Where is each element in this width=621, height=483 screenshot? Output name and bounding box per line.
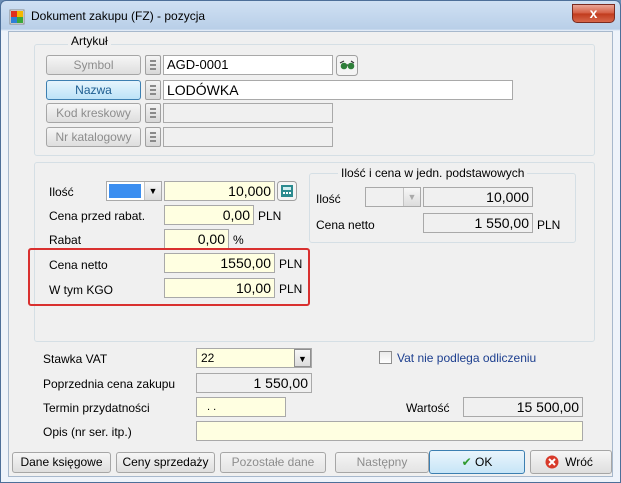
- termin-label: Termin przydatności: [43, 401, 150, 415]
- nr-katalogowy-field[interactable]: [163, 127, 333, 147]
- ilosc-label: Ilość: [49, 185, 74, 199]
- nastepny-button[interactable]: Następny: [335, 452, 429, 473]
- termin-field[interactable]: . .: [196, 397, 286, 417]
- symbol-field[interactable]: AGD-0001: [163, 55, 333, 75]
- wartosc-label: Wartość: [406, 401, 450, 415]
- base-cena-unit: PLN: [537, 218, 561, 232]
- cena-przed-field[interactable]: 0,00: [164, 205, 254, 225]
- stawka-chevron-down-icon[interactable]: ▼: [294, 349, 311, 367]
- vat-checkbox[interactable]: [379, 351, 392, 364]
- ilosc-field[interactable]: 10,000: [164, 181, 275, 201]
- chevron-down-icon[interactable]: ▼: [144, 182, 161, 200]
- base-units-title: Ilość i cena w jedn. podstawowych: [338, 166, 528, 180]
- dialog-client: Artykuł Symbol AGD-0001 Nazwa LODÓWKA Ko…: [8, 31, 613, 477]
- rabat-label: Rabat: [49, 233, 82, 247]
- cena-przed-label: Cena przed rabat.: [49, 209, 146, 223]
- pozostale-dane-label: Pozostałe dane: [231, 455, 315, 469]
- close-button[interactable]: x: [572, 4, 615, 23]
- kgo-field[interactable]: 10,00: [164, 278, 275, 298]
- ok-button[interactable]: ✔ OK: [429, 450, 525, 474]
- pozostale-dane-button[interactable]: Pozostałe dane: [220, 452, 326, 473]
- vat-checkbox-label[interactable]: Vat nie podlega odliczeniu: [397, 351, 536, 365]
- base-ilosc-label: Ilość: [316, 192, 341, 206]
- ceny-sprzedazy-button[interactable]: Ceny sprzedaży: [116, 452, 215, 473]
- cena-netto-label: Cena netto: [49, 258, 108, 272]
- opis-label: Opis (nr ser. itp.): [43, 425, 132, 439]
- base-ilosc-field: 10,000: [423, 187, 533, 207]
- base-cena-label: Cena netto: [316, 218, 375, 232]
- rabat-unit: %: [233, 233, 244, 247]
- unit-combo[interactable]: ▼: [106, 181, 162, 201]
- ceny-sprzedazy-label: Ceny sprzedaży: [122, 455, 209, 469]
- cena-netto-unit: PLN: [279, 257, 303, 271]
- check-icon: ✔: [461, 455, 472, 469]
- dane-ksiegowe-label: Dane księgowe: [20, 455, 103, 469]
- stawka-vat-combo[interactable]: 22 ▼: [196, 348, 312, 368]
- window-title: Dokument zakupu (FZ) - pozycja: [31, 9, 206, 23]
- wroc-button[interactable]: Wróć: [530, 450, 612, 474]
- cena-przed-unit: PLN: [258, 209, 282, 223]
- kod-lookup-button[interactable]: [145, 103, 161, 123]
- unit-combo-swatch: [109, 184, 141, 198]
- symbol-button[interactable]: Symbol: [46, 55, 141, 75]
- poprzednia-cena-label: Poprzednia cena zakupu: [43, 377, 176, 391]
- nr-lookup-button[interactable]: [145, 127, 161, 147]
- stawka-vat-label: Stawka VAT: [43, 352, 108, 366]
- ok-label: OK: [475, 455, 493, 469]
- artykul-group-title: Artykuł: [68, 34, 111, 48]
- nastepny-label: Następny: [356, 455, 408, 469]
- nr-katalogowy-button[interactable]: Nr katalogowy: [46, 127, 141, 147]
- app-icon: [9, 9, 25, 25]
- wartosc-field: 15 500,00: [463, 397, 583, 417]
- base-unit-combo[interactable]: ▼: [365, 187, 421, 207]
- cancel-icon: [545, 455, 559, 469]
- stawka-vat-value: 22: [201, 351, 215, 365]
- symbol-lookup-button[interactable]: [145, 55, 161, 75]
- dane-ksiegowe-button[interactable]: Dane księgowe: [12, 452, 111, 473]
- title-bar[interactable]: Dokument zakupu (FZ) - pozycja x: [1, 1, 620, 31]
- nazwa-button[interactable]: Nazwa: [46, 80, 141, 100]
- dialog-window: Dokument zakupu (FZ) - pozycja x Artykuł…: [0, 0, 621, 483]
- kgo-unit: PLN: [279, 282, 303, 296]
- kod-kreskowy-field[interactable]: [163, 103, 333, 123]
- nazwa-lookup-button[interactable]: [145, 80, 161, 100]
- glasses-icon[interactable]: [336, 55, 358, 76]
- close-icon: x: [589, 5, 598, 21]
- rabat-field[interactable]: 0,00: [164, 229, 229, 249]
- nazwa-field[interactable]: LODÓWKA: [163, 80, 513, 100]
- poprzednia-cena-field: 1 550,00: [196, 373, 312, 393]
- base-chevron-down-icon[interactable]: ▼: [403, 188, 420, 206]
- calculator-icon[interactable]: [277, 181, 297, 201]
- base-cena-field: 1 550,00: [423, 213, 533, 233]
- opis-field[interactable]: [196, 421, 583, 441]
- cena-netto-field[interactable]: 1550,00: [164, 253, 275, 273]
- kod-kreskowy-button[interactable]: Kod kreskowy: [46, 103, 141, 123]
- kgo-label: W tym KGO: [49, 283, 113, 297]
